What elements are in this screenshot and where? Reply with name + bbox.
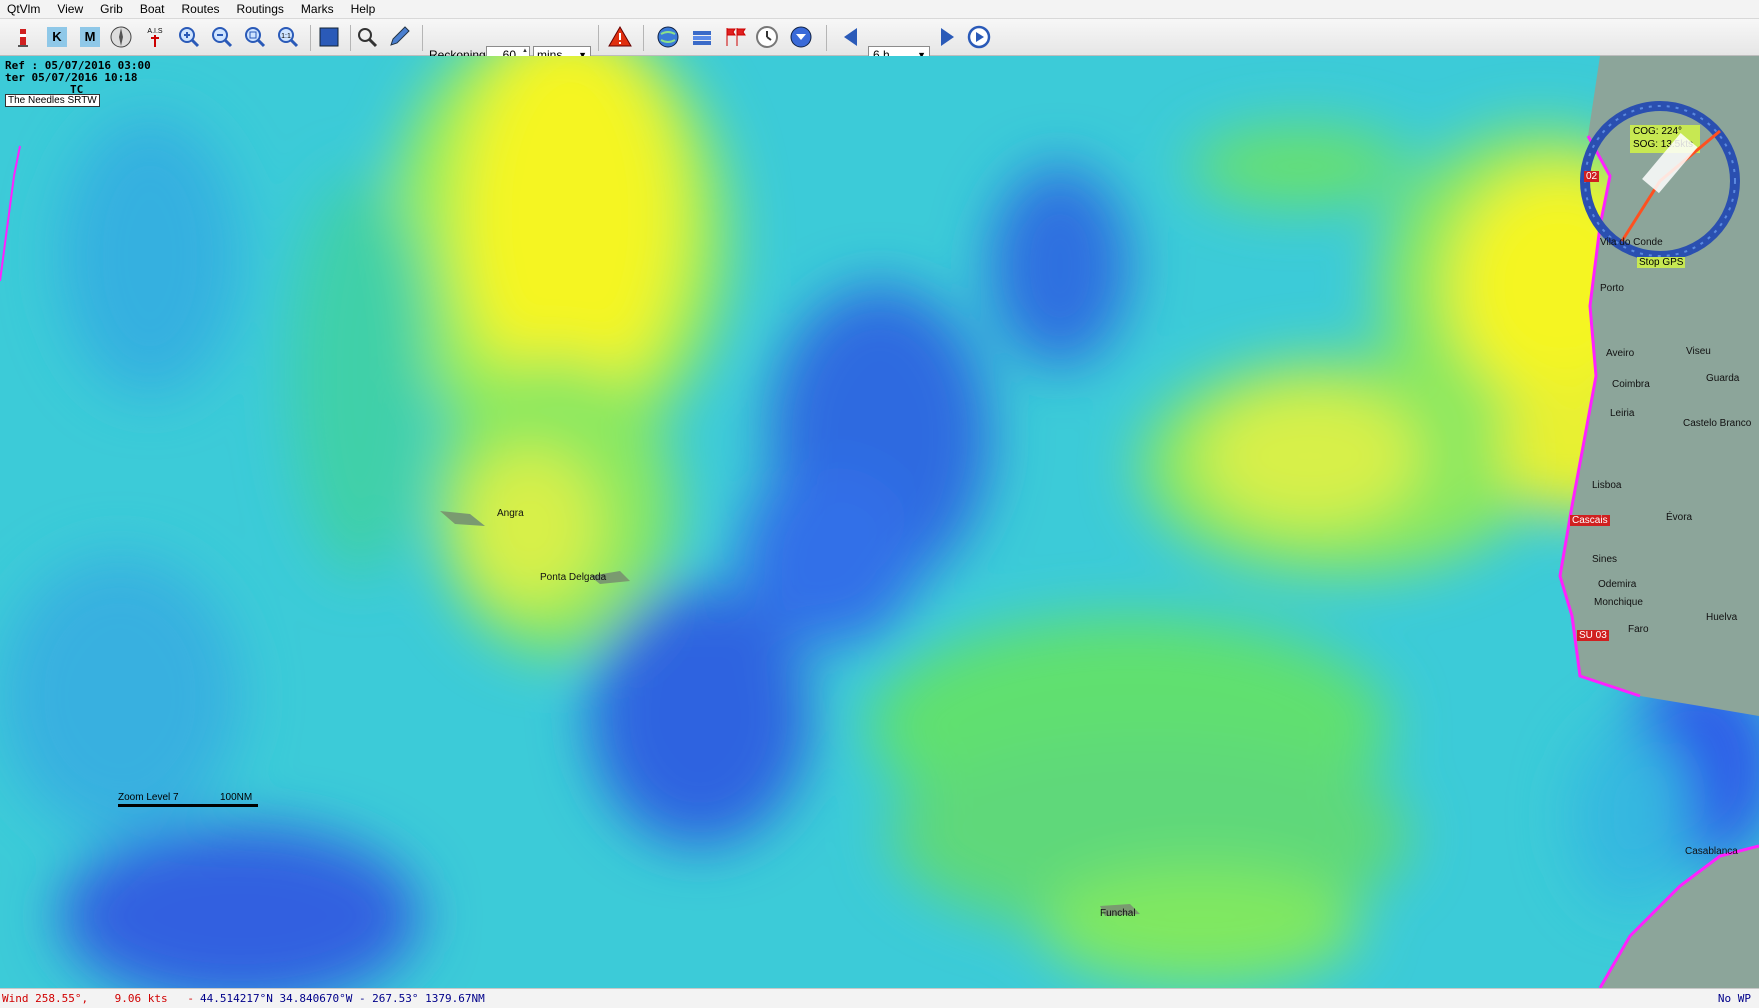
boat-label[interactable]: The Needles SRTW	[5, 94, 100, 107]
menu-grib[interactable]: Grib	[93, 2, 133, 16]
status-bar: Wind 258.55°, 9.06 kts - 44.514217°N 34.…	[0, 988, 1759, 1008]
svg-text:K: K	[52, 29, 62, 44]
place-label: Aveiro	[1606, 348, 1635, 359]
lighthouse-icon[interactable]	[10, 23, 36, 51]
menu-marks[interactable]: Marks	[294, 2, 344, 16]
search-icon[interactable]	[354, 23, 380, 51]
mark-02[interactable]: 02	[1584, 171, 1600, 182]
place-label: Funchal	[1100, 908, 1136, 919]
play-forward-icon[interactable]	[934, 23, 960, 51]
chart-m-icon[interactable]: M	[77, 23, 103, 51]
place-label: Ponta Delgada	[540, 572, 607, 583]
play-back-icon[interactable]	[838, 23, 864, 51]
toolbar: K M A.I.S 1:1 Reckoning 60▲▼ mins▼ 6 h▼	[0, 19, 1759, 65]
globe-icon[interactable]	[655, 23, 681, 51]
mark-su-03[interactable]: SU 03	[1577, 630, 1609, 641]
zoom-in-icon[interactable]	[176, 23, 202, 51]
zoom-out-icon[interactable]	[209, 23, 235, 51]
flags-icon[interactable]	[722, 23, 748, 51]
layers-icon[interactable]	[689, 23, 715, 51]
zoom-1to1-icon[interactable]: 1:1	[275, 23, 301, 51]
status-wind: Wind 258.55°, 9.06 kts -	[2, 992, 195, 1005]
status-position: 44.514217°N 34.840670°W - 267.53° 1379.6…	[200, 992, 485, 1005]
warning-icon[interactable]	[607, 23, 633, 51]
place-label: Casablanca	[1685, 846, 1738, 857]
svg-text:A.I.S: A.I.S	[147, 28, 163, 35]
place-label: Angra	[497, 508, 524, 519]
svg-text:1:1: 1:1	[281, 33, 291, 40]
scale-bar	[118, 804, 258, 807]
place-label: Viseu	[1686, 346, 1711, 357]
place-label: Castelo Branco	[1683, 418, 1752, 429]
place-label: Leiria	[1610, 408, 1635, 419]
place-label: Lisboa	[1592, 480, 1622, 491]
place-label: Huelva	[1706, 612, 1738, 623]
mark-cascais[interactable]: Cascais	[1570, 515, 1610, 526]
place-label: Odemira	[1598, 579, 1637, 590]
place-label: Faro	[1628, 624, 1649, 635]
place-label: Monchique	[1594, 597, 1643, 608]
place-label: Vila do Conde	[1600, 237, 1663, 248]
play-icon[interactable]	[966, 23, 992, 51]
place-label: Évora	[1666, 512, 1693, 523]
status-no-waypoint: No WP	[1717, 992, 1751, 1005]
pencil-icon[interactable]	[386, 23, 412, 51]
scale-label: 100NM	[220, 792, 253, 803]
square-icon[interactable]	[316, 23, 342, 51]
place-label: Guarda	[1706, 373, 1740, 384]
zoom-level-label: Zoom Level 7	[118, 792, 179, 803]
menu-routes[interactable]: Routes	[175, 2, 230, 16]
ais-icon[interactable]: A.I.S	[142, 23, 168, 51]
compass-icon[interactable]	[108, 23, 134, 51]
menu-qtvlm[interactable]: QtVlm	[0, 2, 50, 16]
stop-gps-button[interactable]: Stop GPS	[1637, 257, 1686, 268]
wind-color-field	[0, 56, 1759, 988]
menu-boat[interactable]: Boat	[133, 2, 175, 16]
place-label: Sines	[1592, 554, 1618, 565]
place-label: Porto	[1600, 283, 1624, 294]
menu-view[interactable]: View	[50, 2, 93, 16]
place-label: Coimbra	[1612, 379, 1650, 390]
chart-k-icon[interactable]: K	[44, 23, 70, 51]
zoom-fit-icon[interactable]	[242, 23, 268, 51]
menu-bar: QtVlm View Grib Boat Routes Routings Mar…	[0, 0, 1759, 19]
svg-text:M: M	[85, 29, 96, 44]
clock-icon[interactable]	[754, 23, 780, 51]
stop-icon[interactable]	[788, 23, 814, 51]
menu-routings[interactable]: Routings	[230, 2, 294, 16]
wind-map[interactable]: Ref : 05/07/2016 03:00 ter 05/07/2016 10…	[0, 56, 1759, 988]
menu-help[interactable]: Help	[344, 2, 386, 16]
